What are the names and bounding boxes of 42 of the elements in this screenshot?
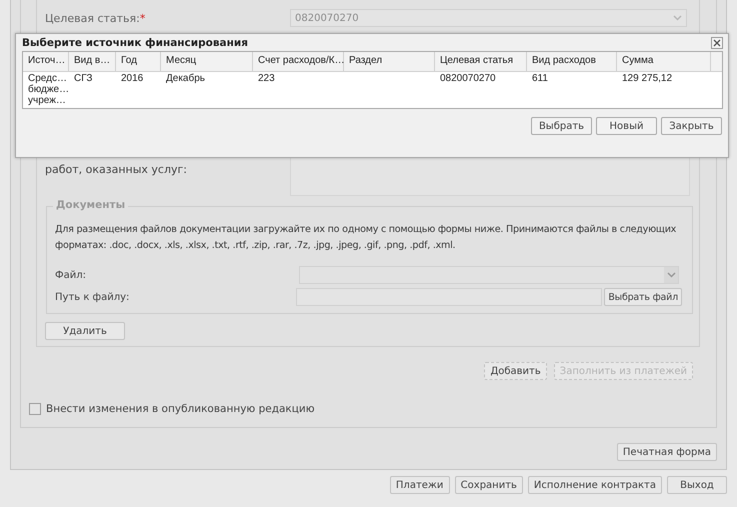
column-header[interactable]: Целевая статья bbox=[435, 52, 527, 71]
file-select[interactable] bbox=[299, 266, 679, 284]
field-label: Путь к файлу: bbox=[55, 292, 130, 302]
dialog-button[interactable]: Новый bbox=[596, 117, 657, 135]
dialog-button[interactable]: Выбрать bbox=[531, 117, 592, 135]
table-cell-text: 2016 bbox=[120, 72, 144, 86]
table-cell-text: 129 275,12 bbox=[621, 72, 674, 86]
footer-button[interactable]: Исполнение контракта bbox=[528, 476, 662, 494]
table-cell-text: 0820070270 bbox=[439, 72, 497, 86]
table-cell-text: Декабрь bbox=[165, 72, 206, 86]
checkbox-label: Внести изменения в опубликованную редакцию bbox=[46, 403, 315, 415]
column-header[interactable]: Счет расходов/К… bbox=[253, 52, 344, 71]
add-button[interactable]: Добавить bbox=[484, 362, 547, 380]
field-label: Целевая статья:* bbox=[45, 12, 146, 24]
column-header[interactable]: Сумма bbox=[617, 52, 711, 71]
column-header[interactable]: Год bbox=[116, 52, 161, 71]
column-header[interactable]: Месяц bbox=[161, 52, 253, 71]
upload-hint: Для размещения файлов документации загружайте их по одному с помощью формы ниже. Принимаются файлы в следующих форматах: .doc, .docx, .xls, .xlsx, .txt, .rtf, .zip, .rar, .7z, .jpg, .jpeg, .gif, .png, .pdf, .xml. bbox=[55, 223, 678, 253]
browse-button[interactable]: Выбрать файл bbox=[604, 288, 682, 306]
caret-icon bbox=[666, 272, 676, 278]
file-path-field[interactable] bbox=[296, 288, 602, 306]
column-header[interactable]: Источ… bbox=[23, 52, 69, 71]
column-header[interactable]: Вид в… bbox=[69, 52, 116, 71]
caret-icon bbox=[673, 15, 682, 21]
dialog-title: Выберите источник финансирования bbox=[22, 36, 248, 48]
column-header[interactable]: Раздел bbox=[344, 52, 435, 71]
print-form-button[interactable]: Печатная форма bbox=[616, 443, 717, 461]
footer-button[interactable]: Выход bbox=[667, 476, 727, 494]
field-label: Файл: bbox=[55, 270, 87, 280]
footer-button[interactable]: Сохранить bbox=[454, 476, 523, 494]
table-cell-text: СГЗ bbox=[73, 72, 94, 86]
footer-button[interactable]: Платежи bbox=[390, 476, 450, 494]
table-cell-text: Средс… бюдже… учреж… bbox=[27, 72, 69, 106]
section-title: Документы bbox=[53, 199, 128, 211]
field-label: работ, оказанных услуг: bbox=[45, 162, 188, 178]
table-cell-text: 611 bbox=[531, 72, 549, 86]
table-cell-text: 223 bbox=[257, 72, 276, 86]
column-header[interactable]: Вид расходов bbox=[527, 52, 617, 71]
close-icon[interactable] bbox=[711, 36, 723, 48]
checkbox[interactable] bbox=[29, 403, 41, 415]
delete-button[interactable]: Удалить bbox=[45, 322, 125, 340]
dialog-button[interactable]: Закрыть bbox=[661, 117, 722, 135]
